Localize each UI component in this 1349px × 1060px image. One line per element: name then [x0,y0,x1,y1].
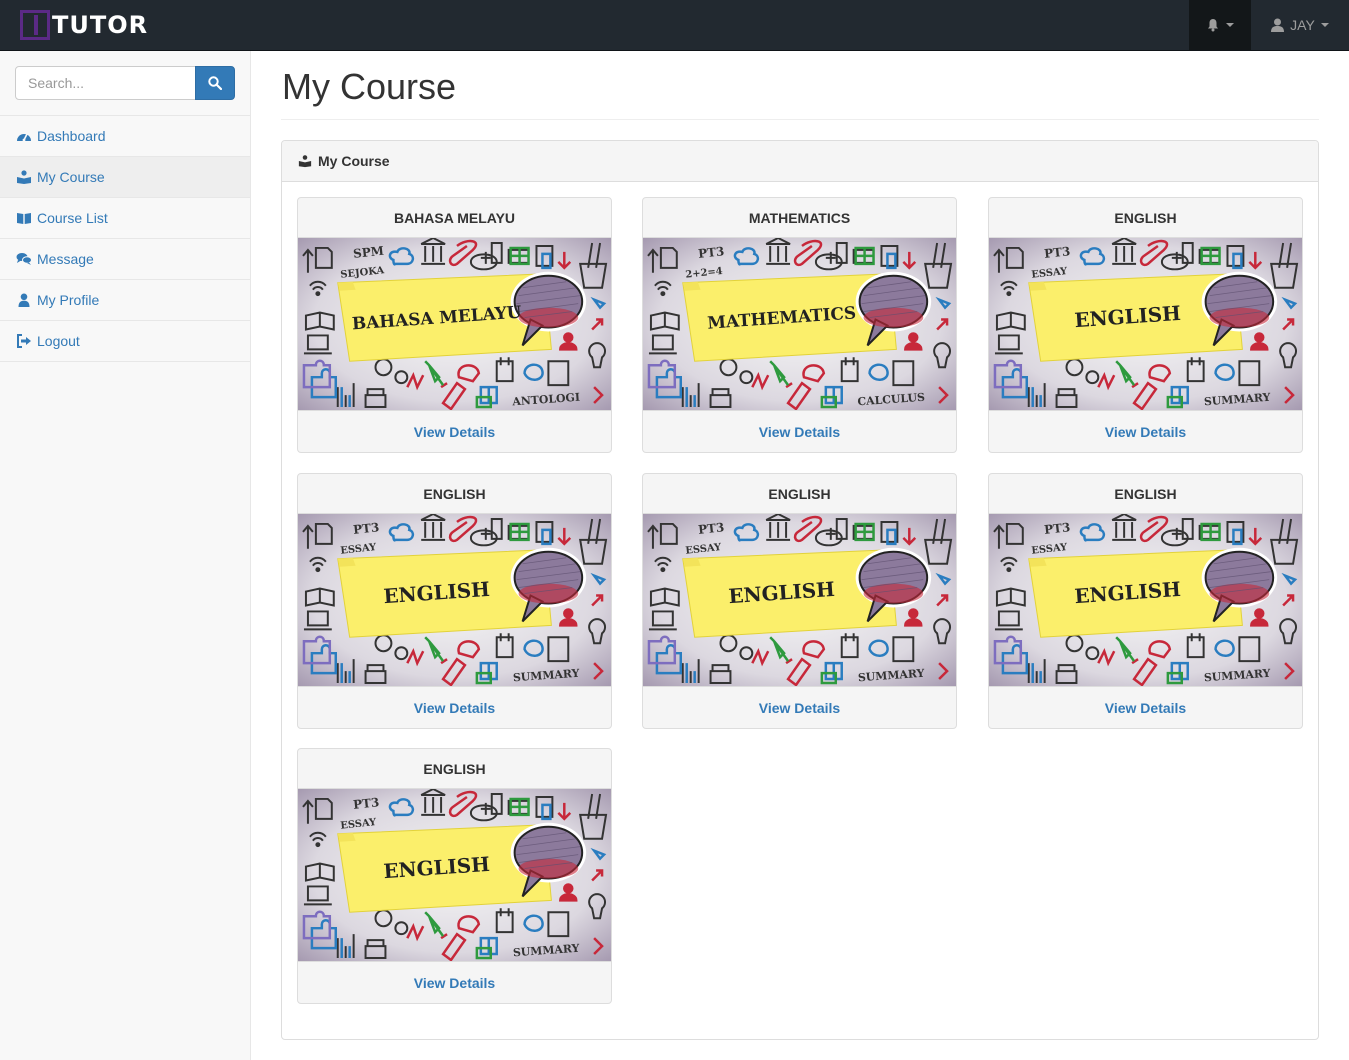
card-footer: View Details [298,411,611,452]
search-icon [208,76,222,90]
course-thumbnail-image[interactable]: PT3 ESSAY ENGLISH SUMMARY [643,514,956,687]
sidebar-item-logout[interactable]: Logout [0,321,250,362]
view-details-link[interactable]: View Details [1105,424,1186,440]
sidebar-item-label: Logout [37,333,80,349]
course-card: ENGLISH PT3 ESSAY ENGLISH SUMMARY View D… [988,197,1303,453]
sidebar-item-course-list[interactable]: Course List [0,198,250,239]
sidebar-item-my-course[interactable]: My Course [0,157,250,198]
card-footer: View Details [643,687,956,728]
thumbnail-tag-top: PT3 [352,520,379,537]
user-icon [1271,18,1285,32]
chevron-down-icon [1226,23,1234,27]
brand-mark-icon [20,10,50,40]
dashboard-icon [17,133,31,142]
sidebar-item-dashboard[interactable]: Dashboard [0,116,250,157]
brand-logo[interactable]: TUTOR [20,10,148,40]
thumbnail-tag-top: PT3 [352,795,379,812]
top-navbar: TUTOR JAY [0,0,1349,51]
search-input[interactable] [15,66,196,100]
user-dropdown[interactable]: JAY [1251,0,1349,50]
thumbnail-tag-top: PT3 [1043,520,1070,537]
course-title: ENGLISH [989,198,1302,238]
course-title: ENGLISH [298,474,611,514]
card-footer: View Details [298,962,611,1003]
notifications-dropdown[interactable] [1189,0,1251,50]
comments-icon [16,253,32,265]
brand-name: TUTOR [52,11,149,39]
bell-icon [1208,19,1218,32]
sidebar-item-label: Dashboard [37,128,106,144]
sign-out-icon [17,334,31,348]
course-card: MATHEMATICS PT3 2+2=4 MATHEMATICS CALCUL… [642,197,957,453]
course-thumbnail-image[interactable]: PT3 ESSAY ENGLISH SUMMARY [989,514,1302,687]
course-card: ENGLISH PT3 ESSAY ENGLISH SUMMARY View D… [297,473,612,729]
course-title: MATHEMATICS [643,198,956,238]
thumbnail-tag-top: PT3 [697,244,724,261]
course-title: ENGLISH [989,474,1302,514]
course-thumbnail-image[interactable]: SPM SEJOKA BAHASA MELAYU ANTOLOGI [298,238,611,411]
course-title: ENGLISH [643,474,956,514]
panel-title: My Course [318,153,390,169]
card-footer: View Details [298,687,611,728]
view-details-link[interactable]: View Details [759,424,840,440]
view-details-link[interactable]: View Details [414,424,495,440]
panel-heading: My Course [282,141,1318,182]
thumbnail-tag-top: PT3 [697,520,724,537]
view-details-link[interactable]: View Details [414,700,495,716]
course-card: ENGLISH PT3 ESSAY ENGLISH SUMMARY View D… [297,748,612,1004]
course-title: ENGLISH [298,749,611,789]
course-card: ENGLISH PT3 ESSAY ENGLISH SUMMARY View D… [988,473,1303,729]
sidebar-item-label: My Profile [37,292,100,308]
sidebar-search [0,51,250,116]
divider [281,119,1319,120]
user-name: JAY [1290,17,1315,33]
card-footer: View Details [989,411,1302,452]
sidebar-item-my-profile[interactable]: My Profile [0,280,250,321]
search-button[interactable] [195,66,235,100]
view-details-link[interactable]: View Details [414,975,495,991]
user-icon [18,293,30,307]
book-icon [17,213,31,224]
course-thumbnail-image[interactable]: PT3 ESSAY ENGLISH SUMMARY [298,789,611,962]
card-footer: View Details [989,687,1302,728]
page-title: My Course [282,66,457,107]
view-details-link[interactable]: View Details [1105,700,1186,716]
thumbnail-tag-top: PT3 [1043,244,1070,261]
course-card: ENGLISH PT3 ESSAY ENGLISH SUMMARY View D… [642,473,957,729]
course-card: BAHASA MELAYU SPM SEJOKA BAHASA MELAYU A… [297,197,612,453]
sidebar: Dashboard My Course Course List Message … [0,51,251,1060]
sidebar-item-message[interactable]: Message [0,239,250,280]
sidebar-item-label: My Course [37,169,105,185]
sidebar-item-label: Course List [37,210,108,226]
course-thumbnail-image[interactable]: PT3 ESSAY ENGLISH SUMMARY [298,514,611,687]
user-book-icon [298,155,312,168]
course-title: BAHASA MELAYU [298,198,611,238]
chevron-down-icon [1320,23,1329,27]
course-thumbnail-image[interactable]: PT3 2+2=4 MATHEMATICS CALCULUS [643,238,956,411]
view-details-link[interactable]: View Details [759,700,840,716]
card-footer: View Details [643,411,956,452]
sidebar-item-label: Message [37,251,94,267]
course-thumbnail-image[interactable]: PT3 ESSAY ENGLISH SUMMARY [989,238,1302,411]
user-book-icon [17,170,31,184]
